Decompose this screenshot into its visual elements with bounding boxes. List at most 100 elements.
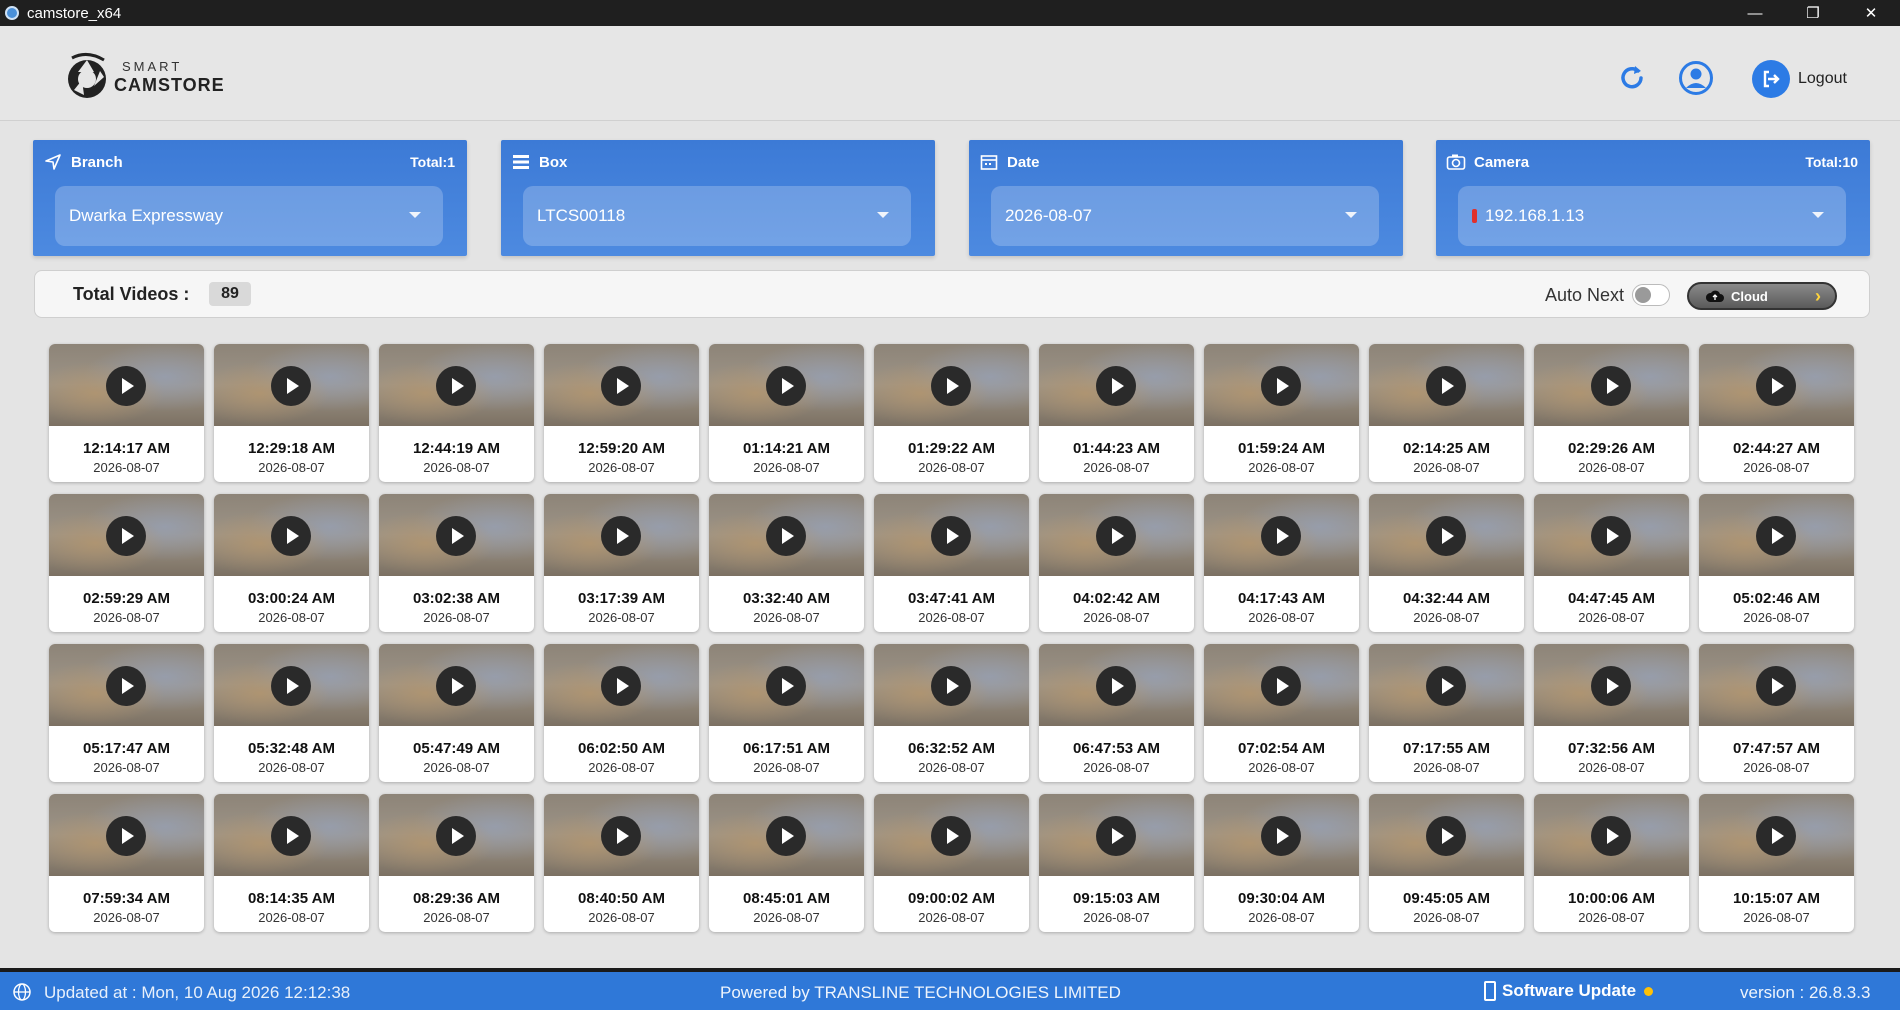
- play-icon[interactable]: [1426, 516, 1466, 556]
- auto-next-toggle[interactable]: [1632, 284, 1670, 306]
- video-card[interactable]: 09:45:05 AM 2026-08-07: [1369, 794, 1524, 932]
- play-icon[interactable]: [1096, 516, 1136, 556]
- video-card[interactable]: 08:29:36 AM 2026-08-07: [379, 794, 534, 932]
- video-card[interactable]: 06:32:52 AM 2026-08-07: [874, 644, 1029, 782]
- play-icon[interactable]: [1756, 366, 1796, 406]
- video-thumbnail[interactable]: [1699, 494, 1854, 576]
- play-icon[interactable]: [601, 816, 641, 856]
- video-thumbnail[interactable]: [709, 794, 864, 876]
- video-card[interactable]: 07:17:55 AM 2026-08-07: [1369, 644, 1524, 782]
- video-thumbnail[interactable]: [379, 344, 534, 426]
- video-card[interactable]: 05:17:47 AM 2026-08-07: [49, 644, 204, 782]
- video-card[interactable]: 12:29:18 AM 2026-08-07: [214, 344, 369, 482]
- play-icon[interactable]: [436, 366, 476, 406]
- video-thumbnail[interactable]: [544, 344, 699, 426]
- refresh-button[interactable]: [1614, 60, 1650, 96]
- play-icon[interactable]: [766, 816, 806, 856]
- video-card[interactable]: 04:02:42 AM 2026-08-07: [1039, 494, 1194, 632]
- video-thumbnail[interactable]: [1369, 644, 1524, 726]
- video-card[interactable]: 07:02:54 AM 2026-08-07: [1204, 644, 1359, 782]
- video-card[interactable]: 06:47:53 AM 2026-08-07: [1039, 644, 1194, 782]
- video-card[interactable]: 04:32:44 AM 2026-08-07: [1369, 494, 1524, 632]
- play-icon[interactable]: [1261, 516, 1301, 556]
- video-thumbnail[interactable]: [49, 344, 204, 426]
- play-icon[interactable]: [106, 366, 146, 406]
- play-icon[interactable]: [1261, 816, 1301, 856]
- logout-button[interactable]: [1752, 60, 1790, 98]
- video-card[interactable]: 02:59:29 AM 2026-08-07: [49, 494, 204, 632]
- video-card[interactable]: 03:00:24 AM 2026-08-07: [214, 494, 369, 632]
- play-icon[interactable]: [1096, 816, 1136, 856]
- play-icon[interactable]: [106, 666, 146, 706]
- play-icon[interactable]: [436, 516, 476, 556]
- restore-button[interactable]: ❐: [1784, 0, 1842, 26]
- close-button[interactable]: ✕: [1842, 0, 1900, 26]
- video-card[interactable]: 04:47:45 AM 2026-08-07: [1534, 494, 1689, 632]
- video-thumbnail[interactable]: [1699, 794, 1854, 876]
- play-icon[interactable]: [1261, 666, 1301, 706]
- play-icon[interactable]: [1426, 366, 1466, 406]
- play-icon[interactable]: [436, 666, 476, 706]
- camera-select[interactable]: 192.168.1.13: [1458, 186, 1846, 246]
- video-card[interactable]: 06:02:50 AM 2026-08-07: [544, 644, 699, 782]
- play-icon[interactable]: [106, 516, 146, 556]
- play-icon[interactable]: [1591, 666, 1631, 706]
- video-thumbnail[interactable]: [379, 794, 534, 876]
- video-thumbnail[interactable]: [1204, 344, 1359, 426]
- video-card[interactable]: 03:17:39 AM 2026-08-07: [544, 494, 699, 632]
- video-thumbnail[interactable]: [1039, 644, 1194, 726]
- video-thumbnail[interactable]: [214, 644, 369, 726]
- video-card[interactable]: 09:15:03 AM 2026-08-07: [1039, 794, 1194, 932]
- play-icon[interactable]: [1426, 816, 1466, 856]
- video-card[interactable]: 04:17:43 AM 2026-08-07: [1204, 494, 1359, 632]
- video-thumbnail[interactable]: [379, 494, 534, 576]
- video-thumbnail[interactable]: [214, 344, 369, 426]
- play-icon[interactable]: [601, 516, 641, 556]
- video-card[interactable]: 01:59:24 AM 2026-08-07: [1204, 344, 1359, 482]
- play-icon[interactable]: [1096, 366, 1136, 406]
- play-icon[interactable]: [601, 666, 641, 706]
- box-select[interactable]: LTCS00118: [523, 186, 911, 246]
- branch-select[interactable]: Dwarka Expressway: [55, 186, 443, 246]
- video-thumbnail[interactable]: [1204, 794, 1359, 876]
- video-thumbnail[interactable]: [544, 644, 699, 726]
- video-thumbnail[interactable]: [1699, 644, 1854, 726]
- play-icon[interactable]: [931, 366, 971, 406]
- play-icon[interactable]: [1426, 666, 1466, 706]
- video-thumbnail[interactable]: [709, 494, 864, 576]
- date-select[interactable]: 2026-08-07: [991, 186, 1379, 246]
- play-icon[interactable]: [1756, 516, 1796, 556]
- video-card[interactable]: 12:59:20 AM 2026-08-07: [544, 344, 699, 482]
- video-thumbnail[interactable]: [874, 494, 1029, 576]
- video-thumbnail[interactable]: [1369, 794, 1524, 876]
- video-thumbnail[interactable]: [874, 644, 1029, 726]
- video-card[interactable]: 12:14:17 AM 2026-08-07: [49, 344, 204, 482]
- video-card[interactable]: 02:29:26 AM 2026-08-07: [1534, 344, 1689, 482]
- play-icon[interactable]: [766, 366, 806, 406]
- video-card[interactable]: 07:32:56 AM 2026-08-07: [1534, 644, 1689, 782]
- video-thumbnail[interactable]: [1039, 794, 1194, 876]
- video-thumbnail[interactable]: [1204, 644, 1359, 726]
- video-thumbnail[interactable]: [379, 644, 534, 726]
- video-thumbnail[interactable]: [1039, 494, 1194, 576]
- play-icon[interactable]: [106, 816, 146, 856]
- play-icon[interactable]: [931, 666, 971, 706]
- logout-control[interactable]: Logout: [1752, 60, 1847, 98]
- video-card[interactable]: 08:40:50 AM 2026-08-07: [544, 794, 699, 932]
- video-card[interactable]: 03:32:40 AM 2026-08-07: [709, 494, 864, 632]
- video-thumbnail[interactable]: [49, 644, 204, 726]
- video-card[interactable]: 10:15:07 AM 2026-08-07: [1699, 794, 1854, 932]
- video-thumbnail[interactable]: [874, 794, 1029, 876]
- video-thumbnail[interactable]: [214, 494, 369, 576]
- video-thumbnail[interactable]: [709, 644, 864, 726]
- play-icon[interactable]: [1591, 516, 1631, 556]
- video-thumbnail[interactable]: [1204, 494, 1359, 576]
- video-card[interactable]: 01:44:23 AM 2026-08-07: [1039, 344, 1194, 482]
- video-thumbnail[interactable]: [1039, 344, 1194, 426]
- video-card[interactable]: 03:02:38 AM 2026-08-07: [379, 494, 534, 632]
- video-card[interactable]: 02:14:25 AM 2026-08-07: [1369, 344, 1524, 482]
- play-icon[interactable]: [271, 516, 311, 556]
- video-thumbnail[interactable]: [1534, 644, 1689, 726]
- video-card[interactable]: 12:44:19 AM 2026-08-07: [379, 344, 534, 482]
- play-icon[interactable]: [766, 666, 806, 706]
